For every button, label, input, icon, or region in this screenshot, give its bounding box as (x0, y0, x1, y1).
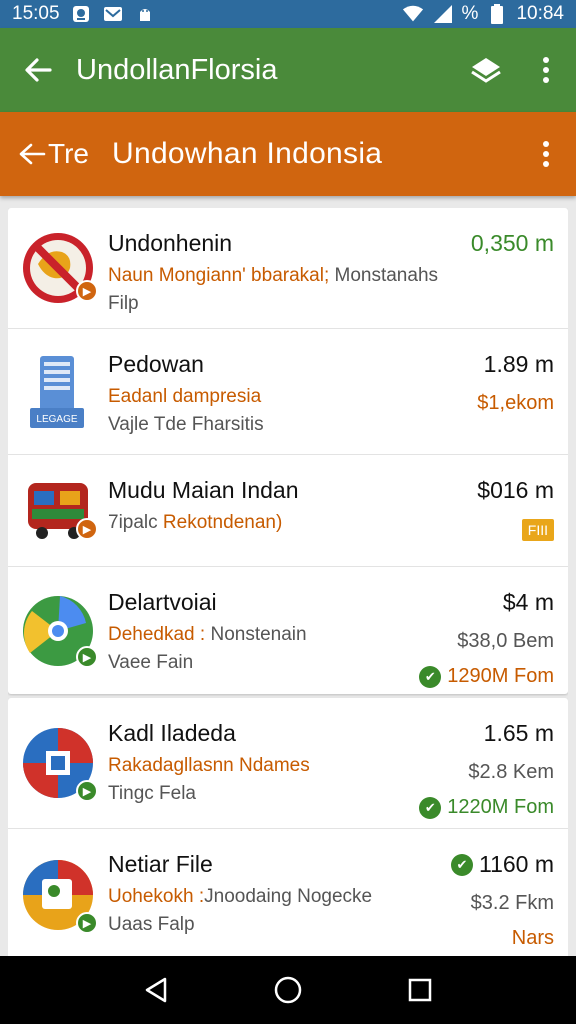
play-badge-icon: ▶ (76, 646, 98, 668)
sub-overflow-menu-button[interactable] (516, 112, 576, 196)
play-badge-icon: ▶ (76, 280, 98, 302)
list-item[interactable]: LEGAGE Pedowan Eadanl dampresia Vajle Td… (8, 329, 568, 455)
list-item[interactable]: ▶ Mudu Maian Indan 7ipalc Rekotndenan) $… (8, 455, 568, 567)
item-body: Netiar File Uohekokh :Jnoodaing Nogecke … (108, 829, 568, 956)
item-body: Kadl Iladeda Rakadagllasnn Ndames Tingc … (108, 698, 568, 828)
item-subtitle-accent: Uohekokh : (108, 886, 205, 907)
navigation-bar (0, 956, 576, 1024)
item-subtitle-rest: Nonstenain (205, 624, 307, 645)
app-list: ▶ Undonhenin Naun Mongiann' bbarakal; Mo… (8, 208, 568, 956)
item-body: Mudu Maian Indan 7ipalc Rekotndenan) $01… (108, 455, 568, 566)
item-extra-label: 1290M Fom (447, 665, 554, 687)
item-price: $1,ekom (477, 392, 554, 414)
item-size-row: ✔ 1160 m (450, 851, 554, 878)
item-price: $38,0 Bem (457, 630, 554, 652)
app-icon-container: ▶ (8, 829, 108, 956)
item-extra: ✔ 1290M Fom (419, 665, 554, 688)
signal-icon (432, 4, 454, 24)
layers-button[interactable] (456, 28, 516, 112)
item-detail: Vajle Tde Fharsitis (108, 414, 264, 435)
item-subtitle-accent: Rekotndenan) (162, 512, 283, 533)
sub-bar: Tre Undowhan Indonsia (0, 112, 576, 196)
layers-icon (471, 58, 501, 83)
item-size: 1160 m (478, 851, 554, 877)
check-icon: ✔ (450, 853, 473, 876)
nav-back-button[interactable] (126, 960, 186, 1020)
list-card: ▶ Kadl Iladeda Rakadagllasnn Ndames Ting… (8, 698, 568, 956)
nav-home-button[interactable] (258, 960, 318, 1020)
list-card: ▶ Undonhenin Naun Mongiann' bbarakal; Mo… (8, 208, 568, 694)
check-icon: ✔ (419, 665, 442, 688)
item-size: $4 m (502, 589, 554, 615)
item-meta: $4 m $38,0 Bem ✔ 1290M Fom (419, 589, 554, 688)
nav-recents-button[interactable] (390, 960, 450, 1020)
status-clock: 10:84 (516, 3, 564, 24)
item-size: 1.89 m (483, 351, 554, 377)
battery-icon (486, 4, 508, 24)
triangle-back-icon (145, 977, 167, 1003)
app-icon-container: LEGAGE (8, 329, 108, 454)
play-badge-icon: ▶ (76, 912, 98, 934)
notification-android-icon (134, 4, 156, 24)
item-size: 1.65 m (483, 720, 554, 746)
item-body: Delartvoiai Dehedkad : Nonstenain Vaee F… (108, 567, 568, 694)
list-item[interactable]: ▶ Undonhenin Naun Mongiann' bbarakal; Mo… (8, 208, 568, 329)
sub-bar-title: Undowhan Indonsia (112, 137, 383, 170)
arrow-left-icon (25, 58, 52, 82)
status-left-time: 15:05 (12, 3, 60, 24)
app-bar: UndollanFlorsia (0, 28, 576, 112)
item-extra-label: 1220M Fom (447, 796, 554, 818)
battery-percent: % (461, 3, 479, 24)
app-icon-container: ▶ (8, 567, 108, 694)
item-tag-wrap: FIII (477, 518, 554, 541)
document-app-icon: LEGAGE (30, 355, 84, 428)
square-recents-icon (408, 978, 432, 1002)
item-meta: 0,350 m (471, 230, 554, 257)
arrow-left-icon (19, 143, 46, 165)
item-body: Pedowan Eadanl dampresia Vajle Tde Fhars… (108, 329, 568, 454)
item-detail: Filp (108, 293, 139, 314)
item-size: $016 m (477, 477, 554, 503)
list-item[interactable]: ▶ Kadl Iladeda Rakadagllasnn Ndames Ting… (8, 698, 568, 829)
item-meta: 1.89 m $1,ekom (477, 351, 554, 415)
circle-home-icon (274, 976, 302, 1004)
item-body: Undonhenin Naun Mongiann' bbarakal; Mons… (108, 208, 568, 328)
item-subtitle-prefix: 7ipalc (108, 512, 163, 533)
item-extra: Nars (511, 927, 554, 949)
notification-app-icon (70, 4, 92, 24)
status-bar: 15:05 % 10:84 (0, 0, 576, 28)
item-meta: ✔ 1160 m $3.2 Fkm Nars (450, 851, 554, 950)
more-vert-icon (543, 141, 549, 167)
app-icon-container: ▶ (8, 698, 108, 828)
list-item[interactable]: ▶ Netiar File Uohekokh :Jnoodaing Nogeck… (8, 829, 568, 956)
item-meta: $016 m FIII (477, 477, 554, 541)
play-badge-icon: ▶ (76, 780, 98, 802)
wifi-icon (402, 4, 424, 24)
check-icon: ✔ (419, 796, 442, 819)
item-size: 0,350 m (470, 230, 554, 256)
list-item[interactable]: ▶ Delartvoiai Dehedkad : Nonstenain Vaee… (8, 567, 568, 694)
item-subtitle-accent: Naun Mongiann' bbarakal; (108, 265, 330, 286)
more-vert-icon (543, 57, 549, 83)
item-subtitle-accent: Dehedkad : (108, 624, 206, 645)
item-subtitle-rest: Jnoodaing Nogecke (204, 886, 373, 907)
play-badge-icon: ▶ (76, 518, 98, 540)
item-tag: FIII (521, 519, 554, 541)
item-price: $3.2 Fkm (470, 892, 554, 914)
item-extra: ✔ 1220M Fom (419, 796, 554, 819)
item-subtitle-rest: Monstanahs (329, 265, 439, 286)
document-icon-label: LEGAGE (36, 414, 77, 425)
item-price: $2.8 Kem (468, 761, 554, 783)
item-meta: 1.65 m $2.8 Kem ✔ 1220M Fom (419, 720, 554, 819)
sub-back-button[interactable]: Tre (0, 138, 112, 170)
app-icon-container: ▶ (8, 208, 108, 328)
notification-mail-icon (102, 4, 124, 24)
overflow-menu-button[interactable] (516, 28, 576, 112)
app-bar-title: UndollanFlorsia (76, 53, 278, 86)
app-icon-container: ▶ (8, 455, 108, 566)
sub-back-label: Tre (48, 138, 89, 169)
back-button[interactable] (0, 28, 76, 112)
item-subtitle: Naun Mongiann' bbarakal; Monstanahs (108, 265, 568, 287)
